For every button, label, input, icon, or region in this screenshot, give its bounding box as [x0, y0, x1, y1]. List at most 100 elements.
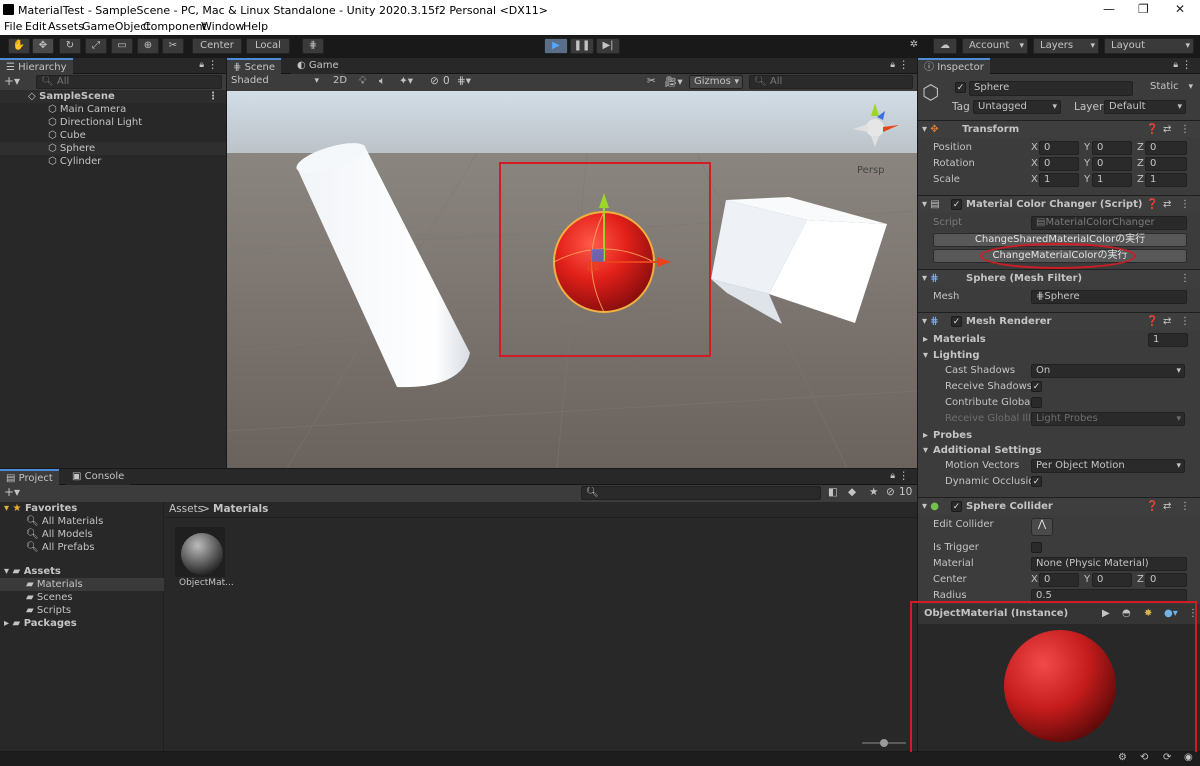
zoom-slider[interactable] [862, 739, 906, 747]
asset-objectmaterial[interactable]: ObjectMat... [175, 527, 234, 593]
layout-dropdown[interactable]: Layout [1104, 38, 1194, 54]
transform-header[interactable]: ▾ ✥ Transform ❓ ⇄ ⋮ [918, 120, 1200, 138]
hierarchy-item-sphere[interactable]: ⬡ Sphere [0, 142, 226, 155]
help-icon[interactable]: ❓ [1146, 196, 1158, 214]
menu-assets[interactable]: Assets [48, 20, 84, 33]
script-enabled-checkbox[interactable]: ✓ [951, 199, 962, 210]
shading-mode-dropdown[interactable]: Shaded [227, 75, 322, 89]
component-more-icon[interactable]: ⋮ [1180, 313, 1190, 331]
more-icon[interactable]: ⋮ [899, 470, 910, 482]
tab-console[interactable]: ▣ Console [66, 469, 131, 485]
maximize-button[interactable]: ❐ [1138, 2, 1149, 16]
rotate-tool-icon[interactable]: ↻ [59, 38, 81, 54]
layer-dropdown[interactable]: Default [1104, 100, 1186, 114]
menu-gameobject[interactable]: GameObject [82, 20, 151, 33]
create-icon[interactable]: +▾ [4, 485, 20, 499]
step-button[interactable]: ▶| [596, 38, 620, 54]
tab-project[interactable]: ▤ Project [0, 469, 59, 485]
hierarchy-search-input[interactable]: 🔍︎ All [36, 75, 222, 89]
menu-component[interactable]: Component [143, 20, 207, 33]
packages-folder-row[interactable]: ▸ ▰ Packages [4, 617, 77, 630]
help-icon[interactable]: ❓ [1146, 498, 1158, 516]
preset-icon[interactable]: ⇄ [1163, 121, 1171, 139]
scene-root-row[interactable]: ◇ SampleScene ⋮ [0, 90, 226, 103]
preset-icon[interactable]: ⇄ [1163, 498, 1171, 516]
hierarchy-item-cylinder[interactable]: ⬡ Cylinder [48, 155, 101, 168]
lighting-row[interactable]: ▾ Lighting [918, 348, 1200, 364]
close-button[interactable]: ✕ [1175, 2, 1185, 16]
pivot-local-button[interactable]: Local [246, 38, 290, 54]
more-icon[interactable]: ⋮ [899, 59, 910, 71]
component-more-icon[interactable]: ⋮ [1180, 270, 1190, 288]
debug-icon[interactable]: ⚙ [1118, 752, 1127, 763]
component-more-icon[interactable]: ⋮ [1180, 196, 1190, 214]
lighting-toggle-icon[interactable]: 💡︎ [359, 75, 366, 88]
menu-file[interactable]: File [4, 20, 22, 33]
hierarchy-item-main-camera[interactable]: ⬡ Main Camera [48, 103, 126, 116]
rect-tool-icon[interactable]: ▭ [111, 38, 133, 54]
script-component-header[interactable]: ▾ ▤ ✓ Material Color Changer (Script) ❓ ⇄… [918, 195, 1200, 213]
tab-scene[interactable]: ⋕ Scene [227, 58, 282, 74]
motion-vectors-dropdown[interactable]: Per Object Motion [1031, 459, 1185, 473]
breadcrumb-assets[interactable]: Assets [169, 503, 203, 515]
persp-label[interactable]: Persp [857, 165, 885, 176]
additional-settings-row[interactable]: ▾ Additional Settings [918, 443, 1200, 459]
position-y-field[interactable]: 0 [1092, 141, 1132, 155]
tag-dropdown[interactable]: Untagged [973, 100, 1061, 114]
add-icon[interactable]: +▾ [4, 74, 20, 88]
lock-icon[interactable]: 🔒︎ [890, 471, 895, 481]
effects-toggle-icon[interactable]: ✦▾ [399, 75, 413, 87]
lock-icon[interactable]: 🔒︎ [1173, 60, 1178, 70]
scale-tool-icon[interactable]: ⤢ [85, 38, 107, 54]
more-icon[interactable]: ⋮ [1182, 59, 1193, 71]
camera-icon[interactable]: 🎥︎▾ [664, 75, 683, 88]
active-checkbox[interactable]: ✓ [955, 82, 966, 93]
transform-tool-icon[interactable]: ⊕ [137, 38, 159, 54]
menu-window[interactable]: Window [201, 20, 244, 33]
favorite-star-icon[interactable]: ★ [869, 486, 878, 498]
physic-material-field[interactable]: None (Physic Material) [1031, 557, 1187, 571]
receive-shadows-checkbox[interactable]: ✓ [1031, 381, 1042, 392]
lock-icon[interactable]: 🔒︎ [199, 60, 204, 70]
help-icon[interactable]: ❓ [1146, 313, 1158, 331]
hierarchy-item-cube[interactable]: ⬡ Cube [48, 129, 86, 142]
favorite-all-models[interactable]: 🔍︎ All Models [26, 528, 93, 541]
rotation-x-field[interactable]: 0 [1039, 157, 1079, 171]
center-y-field[interactable]: 0 [1092, 573, 1132, 587]
object-name-field[interactable]: Sphere [969, 81, 1133, 96]
sphere-collider-header[interactable]: ▾ ● ✓ Sphere Collider ❓ ⇄ ⋮ [918, 497, 1200, 515]
collider-enabled-checkbox[interactable]: ✓ [951, 501, 962, 512]
is-trigger-checkbox[interactable] [1031, 542, 1042, 553]
preset-icon[interactable]: ⇄ [1163, 196, 1171, 214]
filter-label-icon[interactable]: ◆ [848, 486, 856, 498]
pivot-center-button[interactable]: Center [192, 38, 242, 54]
tab-hierarchy[interactable]: ☰ Hierarchy [0, 58, 73, 74]
scene-search-input[interactable]: 🔍︎ All [749, 75, 913, 89]
hierarchy-item-directional-light[interactable]: ⬡ Directional Light [48, 116, 142, 129]
menu-help[interactable]: Help [243, 20, 268, 33]
grid-snap-icon[interactable]: ⋕ [302, 38, 324, 54]
rotation-y-field[interactable]: 0 [1092, 157, 1132, 171]
tab-inspector[interactable]: ⓘ Inspector [918, 58, 990, 74]
collab-status-icon[interactable]: ⟳ [1163, 752, 1171, 763]
scene-more-icon[interactable]: ⋮ [208, 90, 218, 103]
materials-size-field[interactable]: 1 [1148, 333, 1188, 347]
folder-scripts[interactable]: ▰ Scripts [26, 604, 71, 617]
renderer-enabled-checkbox[interactable]: ✓ [951, 316, 962, 327]
assets-folder-row[interactable]: ▾ ▰ Assets [4, 565, 61, 578]
notification-icon[interactable]: ◉ [1184, 752, 1193, 763]
layers-dropdown[interactable]: Layers [1033, 38, 1099, 54]
favorite-all-prefabs[interactable]: 🔍︎ All Prefabs [26, 541, 95, 554]
materials-row[interactable]: ▸ Materials 1 [918, 332, 1200, 348]
dynamic-occlusion-checkbox[interactable]: ✓ [1031, 476, 1042, 487]
position-x-field[interactable]: 0 [1039, 141, 1079, 155]
toggle-2d-button[interactable]: 2D [329, 75, 349, 89]
edit-collider-button[interactable]: ⋀ [1031, 518, 1053, 536]
folder-materials[interactable]: ▰ Materials [0, 578, 164, 591]
mesh-renderer-header[interactable]: ▾ ⋕ ✓ Mesh Renderer ❓ ⇄ ⋮ [918, 312, 1200, 330]
hand-tool-icon[interactable]: ✋ [8, 38, 30, 54]
center-z-field[interactable]: 0 [1145, 573, 1187, 587]
tab-game[interactable]: ◐ Game [291, 58, 345, 74]
help-icon[interactable]: ❓ [1146, 121, 1158, 139]
breadcrumb-materials[interactable]: Materials [213, 503, 268, 515]
